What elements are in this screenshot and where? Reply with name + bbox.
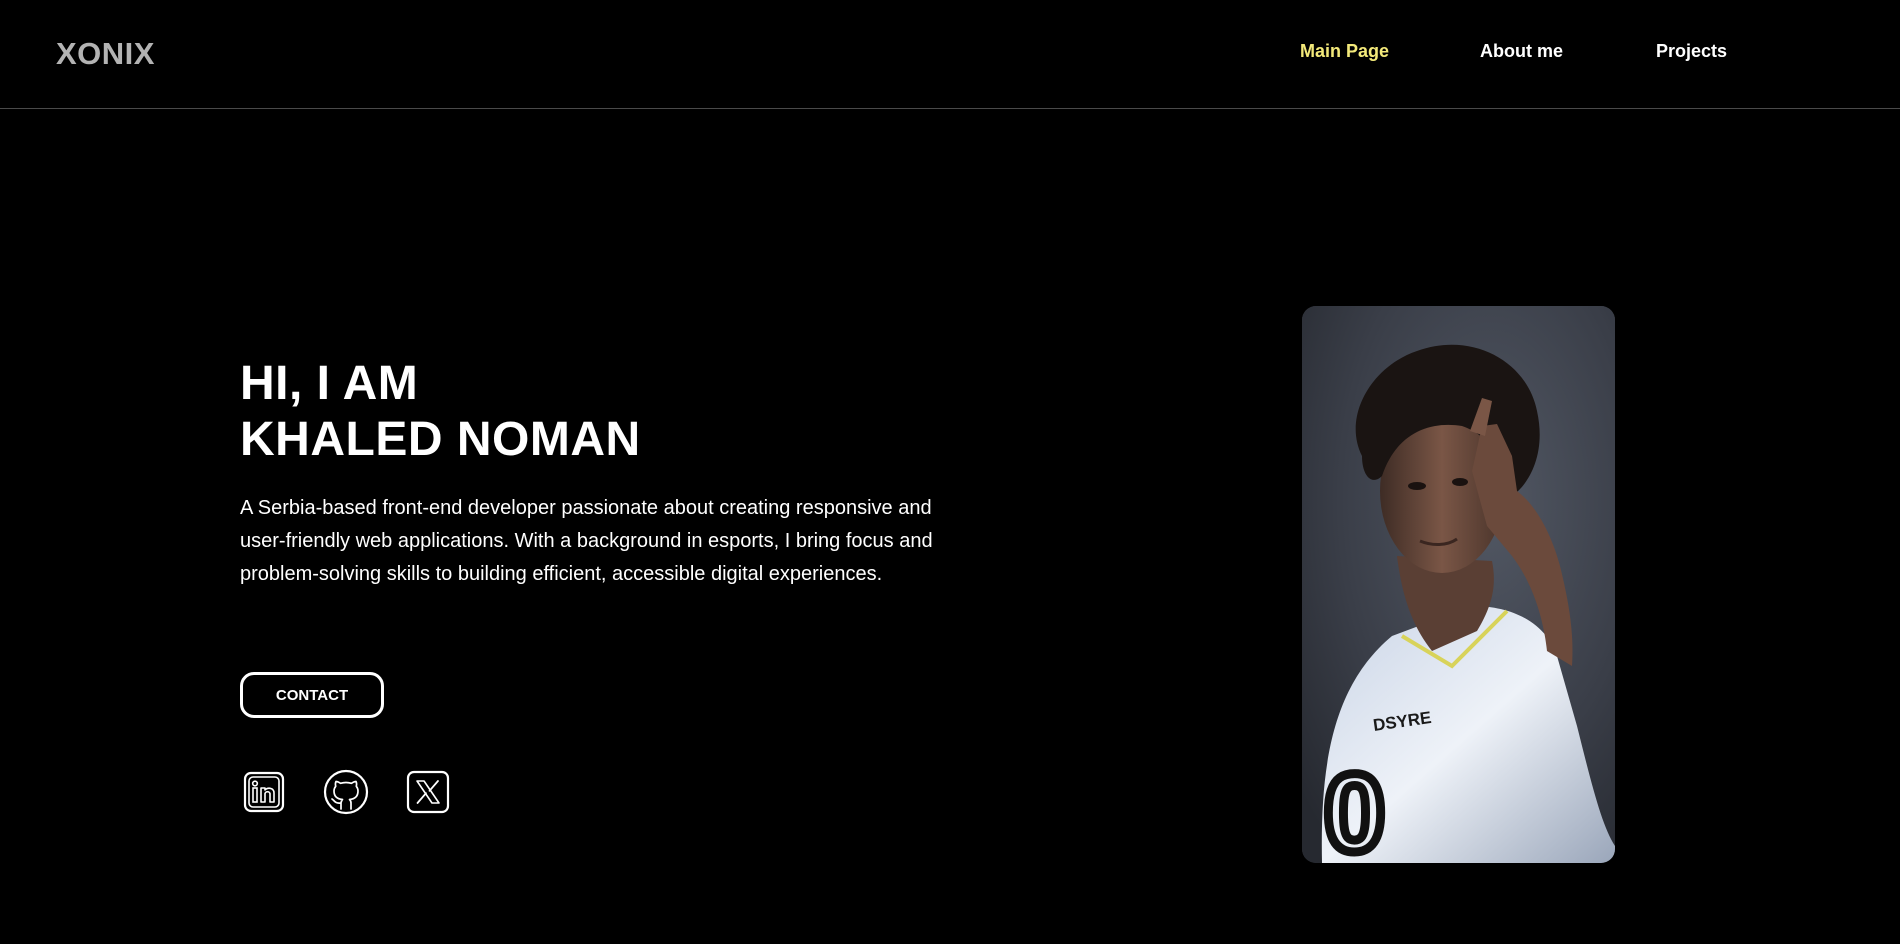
nav-link-about-me[interactable]: About me [1480, 41, 1563, 62]
top-navigation-bar: XONIX Main Page About me Projects [0, 0, 1900, 109]
hero-title-line-2: KHALED NOMAN [240, 413, 641, 466]
github-icon [323, 769, 369, 815]
contact-button[interactable]: CONTACT [240, 672, 384, 718]
social-links [240, 768, 480, 816]
github-link[interactable] [322, 768, 370, 816]
hero-description: A Serbia-based front-end developer passi… [240, 497, 933, 585]
profile-photo: DSYRE 0 [1302, 306, 1615, 863]
hero-title-line-1: HI, I AM [240, 357, 419, 410]
portrait-illustration: DSYRE 0 [1302, 306, 1615, 863]
main-nav: Main Page About me Projects [0, 41, 1900, 65]
linkedin-link[interactable] [240, 768, 288, 816]
nav-link-main-page[interactable]: Main Page [1300, 41, 1389, 62]
page: XONIX Main Page About me Projects HI, I … [0, 0, 1900, 944]
hero-title: HI, I AM KHALED NOMAN [240, 356, 641, 468]
linkedin-icon [243, 771, 285, 813]
nav-link-projects[interactable]: Projects [1656, 41, 1727, 62]
jersey-number: 0 [1324, 752, 1385, 863]
x-twitter-link[interactable] [404, 768, 452, 816]
x-twitter-icon [406, 770, 450, 814]
